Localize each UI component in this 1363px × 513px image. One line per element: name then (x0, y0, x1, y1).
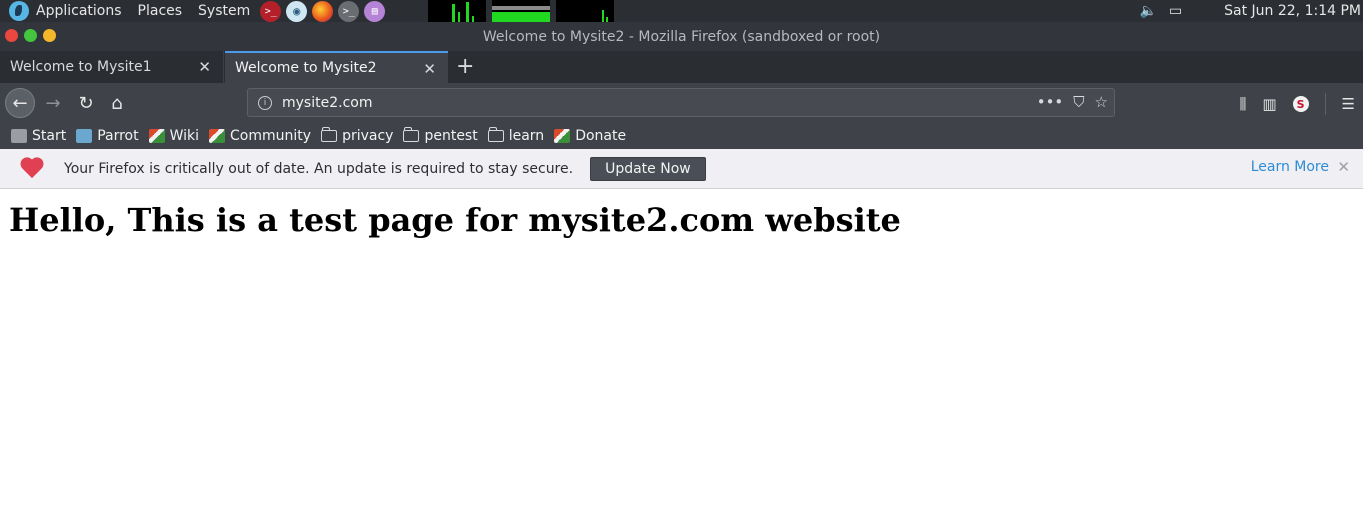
donate-icon (554, 129, 571, 143)
bookmark-folder-learn[interactable]: learn (487, 127, 545, 144)
bookmark-folder-pentest[interactable]: pentest (403, 127, 478, 144)
system-tray: 🔈 ▭ Sat Jun 22, 1:14 PM (1139, 0, 1363, 22)
close-notification-icon[interactable]: ✕ (1337, 158, 1350, 176)
sidebar-icon[interactable]: ▥ (1262, 95, 1276, 113)
page-content: Hello, This is a test page for mysite2.c… (0, 189, 1363, 513)
bookmark-parrot[interactable]: Parrot (76, 128, 139, 144)
root-terminal-icon[interactable]: >_ (260, 0, 282, 22)
star-icon (11, 129, 27, 143)
terminal-icon[interactable]: >_ (338, 0, 360, 22)
folder-icon (321, 127, 338, 142)
site-info-icon[interactable]: i (258, 95, 272, 110)
update-now-button[interactable]: Update Now (590, 156, 706, 181)
hamburger-menu-icon[interactable]: ☰ (1342, 95, 1355, 113)
library-icon[interactable]: ⫼ (1239, 95, 1246, 113)
close-tab-icon[interactable]: ✕ (423, 60, 436, 78)
tab-label: Welcome to Mysite1 (10, 59, 152, 75)
window-titlebar: Welcome to Mysite2 - Mozilla Firefox (sa… (0, 22, 1363, 51)
anonsurf-eye-icon[interactable]: ◉ (286, 0, 308, 22)
bookmark-label: Donate (575, 128, 627, 144)
tab-mysite2[interactable]: Welcome to Mysite2 ✕ (225, 51, 448, 83)
network-monitor-graph (556, 0, 614, 22)
cpu-monitor-graph (428, 0, 486, 22)
forward-arrow-icon[interactable]: → (39, 89, 67, 117)
window-title: Welcome to Mysite2 - Mozilla Firefox (sa… (482, 29, 881, 45)
bookmark-label: privacy (342, 128, 394, 144)
bookmark-label: Parrot (97, 128, 139, 144)
page-heading: Hello, This is a test page for mysite2.c… (9, 201, 901, 239)
bookmark-community[interactable]: Community (209, 128, 311, 144)
places-menu[interactable]: Places (138, 0, 183, 22)
close-tab-icon[interactable]: ✕ (198, 58, 211, 76)
update-notification-bar: Your Firefox is critically out of date. … (0, 149, 1363, 189)
firefox-icon[interactable] (312, 0, 334, 22)
toolbar-right: ⫼ ▥ S ☰ (1239, 93, 1355, 115)
learn-more-link[interactable]: Learn More (1251, 159, 1329, 175)
extension-s-icon[interactable]: S (1292, 96, 1309, 112)
folder-icon (403, 127, 420, 142)
tab-strip: Welcome to Mysite1 ✕ Welcome to Mysite2 … (0, 51, 1363, 83)
urlbar-actions: ••• ⛉ ☆ (1037, 93, 1108, 111)
bookmark-label: learn (508, 128, 545, 144)
bookmark-label: pentest (424, 128, 478, 144)
url-bar[interactable]: i mysite2.com ••• ⛉ ☆ (247, 88, 1115, 117)
page-actions-icon[interactable]: ••• (1037, 93, 1064, 111)
wiki-icon (148, 129, 165, 143)
toolbar-separator (1324, 93, 1326, 115)
new-tab-icon[interactable]: + (456, 54, 474, 79)
clock[interactable]: Sat Jun 22, 1:14 PM (1224, 3, 1361, 19)
system-menu-item[interactable]: System (198, 0, 250, 22)
system-panel: Applications Places System >_ ◉ >_ ▤ 🔈 ▭… (0, 0, 1363, 22)
home-icon[interactable]: ⌂ (103, 89, 131, 117)
bookmark-wiki[interactable]: Wiki (148, 128, 200, 144)
parrot-logo-icon[interactable] (8, 0, 30, 22)
community-icon (209, 129, 226, 143)
launchers: >_ ◉ >_ ▤ (260, 0, 386, 22)
bookmark-folder-privacy[interactable]: privacy (321, 127, 394, 144)
applications-menu[interactable]: Applications (36, 0, 122, 22)
reload-icon[interactable]: ↻ (72, 89, 100, 117)
bookmark-star-icon[interactable]: ☆ (1095, 93, 1108, 111)
bookmarks-toolbar: Start Parrot Wiki Community privacy pent… (0, 123, 1363, 149)
memory-monitor-graph (492, 0, 550, 22)
url-text[interactable]: mysite2.com (282, 95, 372, 111)
volume-icon[interactable]: 🔈 (1139, 3, 1156, 19)
text-editor-icon[interactable]: ▤ (364, 0, 386, 22)
parrot-icon (76, 129, 93, 143)
bookmark-label: Start (32, 128, 67, 144)
folder-icon (487, 127, 504, 142)
heartbeat-icon (21, 158, 45, 180)
pocket-icon[interactable]: ⛉ (1073, 93, 1084, 111)
back-arrow-icon[interactable]: ← (5, 88, 35, 118)
bookmark-start[interactable]: Start (11, 128, 66, 144)
system-menu: Applications Places System (36, 0, 250, 22)
bookmark-label: Community (230, 128, 312, 144)
bookmark-label: Wiki (169, 128, 200, 144)
tab-mysite1[interactable]: Welcome to Mysite1 ✕ (0, 51, 224, 83)
tab-label: Welcome to Mysite2 (235, 60, 377, 76)
display-icon[interactable]: ▭ (1169, 3, 1182, 19)
notification-message: Your Firefox is critically out of date. … (64, 160, 574, 177)
bookmark-donate[interactable]: Donate (554, 128, 626, 144)
system-monitors (428, 0, 614, 22)
navigation-toolbar: ← → ↻ ⌂ i mysite2.com ••• ⛉ ☆ ⫼ ▥ S ☰ (0, 83, 1363, 123)
